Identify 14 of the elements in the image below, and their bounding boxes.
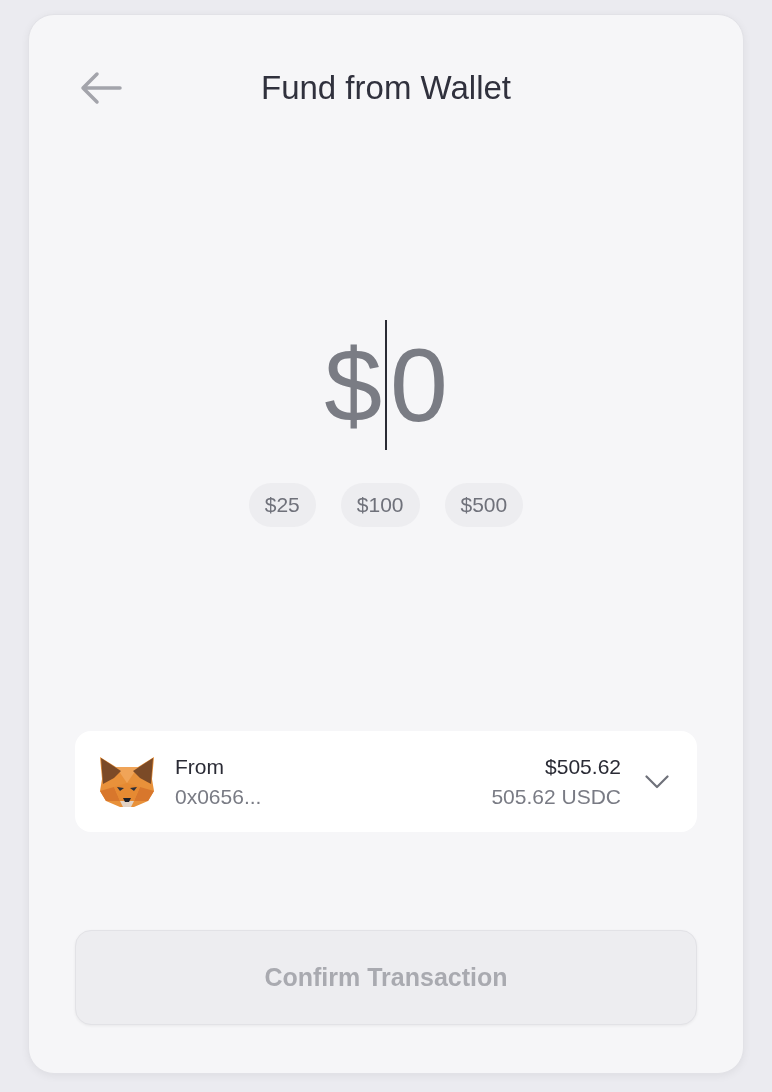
preset-amount-button[interactable]: $500 — [444, 483, 524, 527]
chevron-down-icon — [645, 774, 669, 789]
fox-icon — [100, 756, 154, 807]
back-button[interactable] — [80, 71, 122, 105]
wallet-address: 0x0656... — [175, 783, 262, 810]
preset-amount-button[interactable]: $25 — [248, 483, 316, 527]
amount-field[interactable]: $0 — [324, 320, 448, 450]
preset-amount-button[interactable]: $100 — [340, 483, 420, 527]
source-label: From — [175, 753, 225, 780]
balance-token: 505.62 USDC — [491, 783, 621, 810]
arrow-left-icon — [80, 71, 122, 105]
balance-usd: $505.62 — [545, 753, 621, 780]
wallet-selector[interactable]: From 0x0656... $505.62 505.62 USDC — [75, 731, 697, 832]
page-title: Fund from Wallet — [261, 68, 511, 108]
